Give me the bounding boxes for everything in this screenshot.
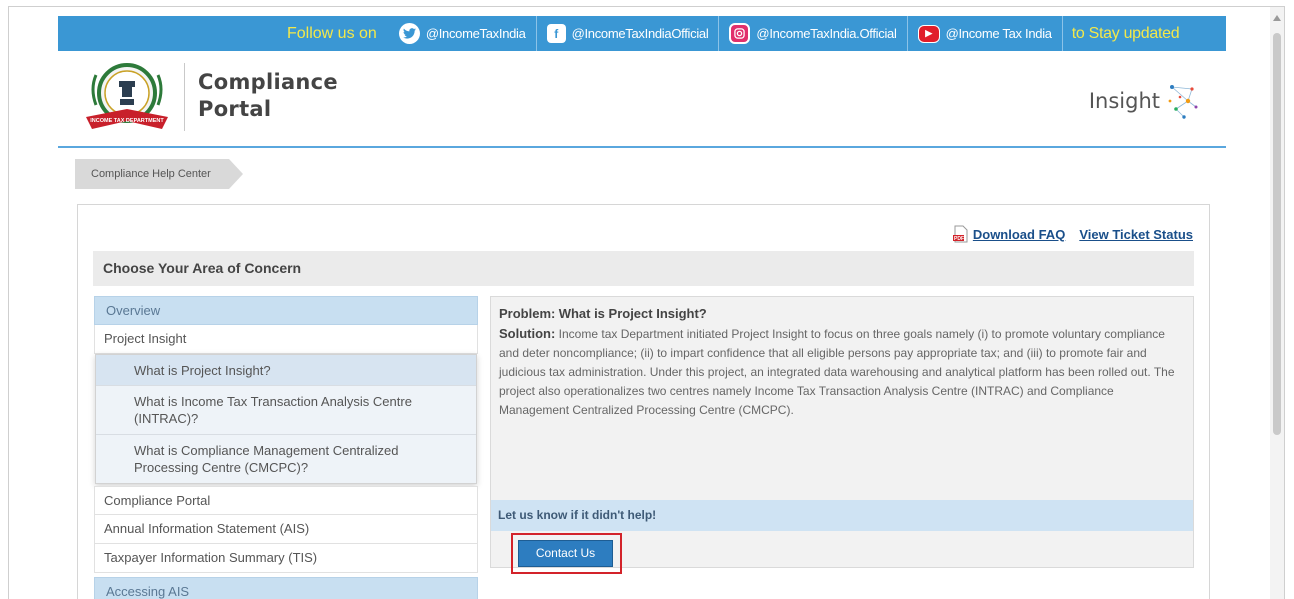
instagram-link[interactable]: @IncomeTaxIndia.Official <box>719 16 908 51</box>
problem-line: Problem: What is Project Insight? <box>499 304 1185 324</box>
help-center-panel: PDF Download FAQ View Ticket Status Choo… <box>77 204 1210 599</box>
contact-us-highlight: Contact Us <box>511 533 622 574</box>
twitter-icon <box>398 23 420 44</box>
sidebar-item-ais[interactable]: Annual Information Statement (AIS) <box>94 515 478 544</box>
sidebar-item-tis[interactable]: Taxpayer Information Summary (TIS) <box>94 544 478 573</box>
instagram-handle: @IncomeTaxIndia.Official <box>756 26 897 41</box>
twitter-handle: @IncomeTaxIndia <box>425 26 526 41</box>
accordion-overview[interactable]: Overview <box>94 296 478 325</box>
insight-logo: Insight <box>1089 81 1200 121</box>
svg-text:PDF: PDF <box>954 236 964 242</box>
solution-text: Income tax Department initiated Project … <box>499 327 1175 417</box>
problem-text: What is Project Insight? <box>558 306 707 321</box>
insight-network-icon <box>1168 85 1198 119</box>
solution-line: Solution: Income tax Department initiate… <box>499 324 1185 420</box>
stay-updated-label: to Stay updated <box>1071 24 1180 42</box>
scrollbar-thumb[interactable] <box>1273 33 1281 435</box>
insight-label: Insight <box>1088 89 1160 113</box>
twitter-link[interactable]: @IncomeTaxIndia <box>398 16 537 51</box>
answer-content: Problem: What is Project Insight? Soluti… <box>491 297 1193 420</box>
breadcrumb-item-help-center[interactable]: Compliance Help Center <box>75 159 243 189</box>
view-ticket-status-link[interactable]: View Ticket Status <box>1079 227 1193 242</box>
header-divider <box>184 63 185 131</box>
sidebar-item-compliance-portal[interactable]: Compliance Portal <box>94 486 478 515</box>
scroll-up-icon[interactable] <box>1273 15 1281 21</box>
download-faq-link[interactable]: Download FAQ <box>973 227 1065 242</box>
facebook-link[interactable]: f @IncomeTaxIndiaOfficial <box>537 16 720 51</box>
portal-title: Compliance Portal <box>198 69 338 123</box>
portal-title-line2: Portal <box>198 97 272 121</box>
accordion-accessing-ais[interactable]: Accessing AIS <box>94 577 478 599</box>
top-links: PDF Download FAQ View Ticket Status <box>952 225 1193 243</box>
question-what-is-project-insight[interactable]: What is Project Insight? <box>96 355 476 386</box>
social-bar: Follow us on @IncomeTaxIndia f @IncomeTa… <box>58 16 1226 51</box>
youtube-link[interactable]: ▶ @Income Tax India <box>908 16 1063 51</box>
income-tax-emblem-logo[interactable]: INCOME TAX DEPARTMENT <box>82 59 172 135</box>
answer-panel: Problem: What is Project Insight? Soluti… <box>490 296 1194 574</box>
breadcrumb: Compliance Help Center <box>75 159 243 189</box>
portal-title-line1: Compliance <box>198 70 338 94</box>
solution-label: Solution: <box>499 326 556 341</box>
youtube-handle: @Income Tax India <box>945 26 1052 41</box>
follow-us-label: Follow us on <box>287 24 377 42</box>
help-prompt-bar: Let us know if it didn't help! <box>491 500 1193 531</box>
vertical-scrollbar[interactable] <box>1270 7 1284 599</box>
youtube-icon: ▶ <box>917 24 940 43</box>
question-what-is-cmcpc[interactable]: What is Compliance Management Centralize… <box>96 435 476 483</box>
pdf-icon: PDF <box>952 225 968 243</box>
page: Follow us on @IncomeTaxIndia f @IncomeTa… <box>58 16 1226 599</box>
facebook-handle: @IncomeTaxIndiaOfficial <box>571 26 709 41</box>
problem-label: Problem: <box>499 306 556 321</box>
site-header: INCOME TAX DEPARTMENT Compliance Portal … <box>58 51 1226 148</box>
area-of-concern-heading: Choose Your Area of Concern <box>93 251 1194 286</box>
emblem-ribbon-text: INCOME TAX DEPARTMENT <box>90 118 164 124</box>
facebook-icon: f <box>546 24 566 43</box>
concern-accordion: Overview Project Insight What is Project… <box>94 296 478 599</box>
project-insight-questions: What is Project Insight? What is Income … <box>95 354 477 484</box>
contact-us-button[interactable]: Contact Us <box>518 540 613 567</box>
question-what-is-intrac[interactable]: What is Income Tax Transaction Analysis … <box>96 386 476 435</box>
sidebar-item-project-insight[interactable]: Project Insight <box>94 325 478 354</box>
instagram-icon <box>729 23 751 44</box>
